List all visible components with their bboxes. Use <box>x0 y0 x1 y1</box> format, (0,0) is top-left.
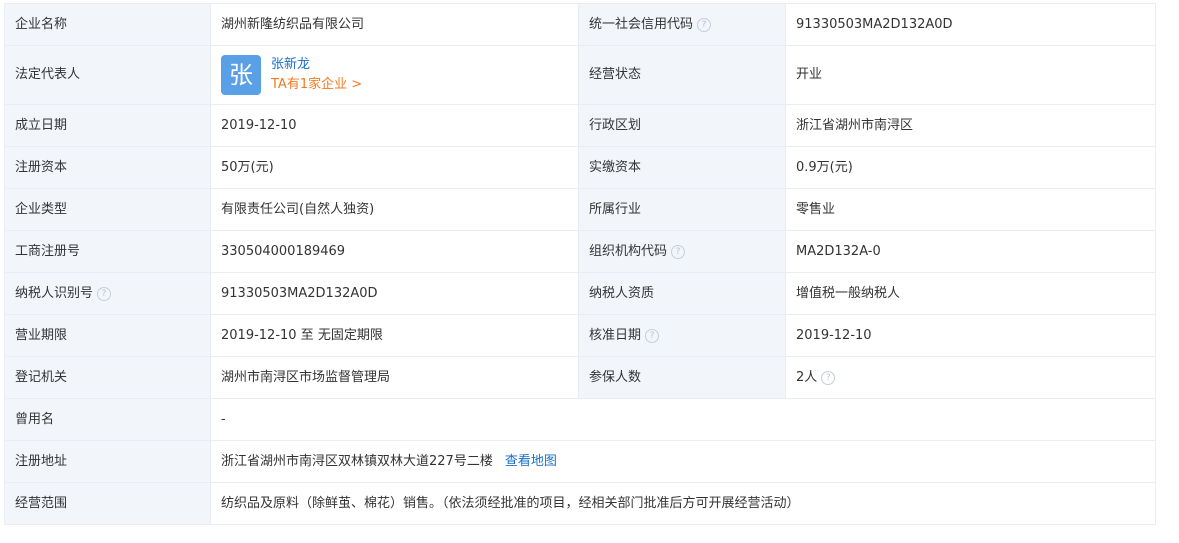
legal-rep-block: 张 张新龙 TA有1家企业 > <box>221 55 568 95</box>
row-former-name: 曾用名 - <box>4 398 1156 441</box>
legal-rep-info: 张新龙 TA有1家企业 > <box>271 55 362 95</box>
value-company-name: 湖州新隆纺织品有限公司 <box>210 3 579 46</box>
help-icon[interactable]: ? <box>821 370 836 385</box>
row-type: 企业类型 有限责任公司(自然人独资) 所属行业 零售业 <box>4 188 1156 231</box>
avatar[interactable]: 张 <box>221 55 261 95</box>
label-industry: 所属行业 <box>578 188 786 231</box>
legal-rep-name-link[interactable]: 张新龙 <box>271 55 362 75</box>
value-scope: 纺织品及原料（除鲜茧、棉花）销售。（依法须经批准的项目，经相关部门批准后方可开展… <box>210 482 1156 525</box>
value-authority: 湖州市南浔区市场监督管理局 <box>210 356 579 399</box>
value-credit-code: 91330503MA2D132A0D <box>785 3 1156 46</box>
value-org-code: MA2D132A-0 <box>785 230 1156 273</box>
label-business-term: 营业期限 <box>4 314 211 357</box>
value-business-term: 2019-12-10 至 无固定期限 <box>210 314 579 357</box>
label-address: 注册地址 <box>4 440 211 483</box>
label-taxpayer-qualification: 纳税人资质 <box>578 272 786 315</box>
value-status: 开业 <box>785 45 1156 105</box>
row-legal-rep: 法定代表人 张 张新龙 TA有1家企业 > 经营状态 开业 <box>4 45 1156 105</box>
row-address: 注册地址 浙江省湖州市南浔区双林镇双林大道227号二楼 查看地图 <box>4 440 1156 483</box>
help-icon[interactable]: ? <box>671 244 686 259</box>
value-insured: 2人? <box>785 356 1156 399</box>
label-region: 行政区划 <box>578 104 786 147</box>
value-taxpayer-qualification: 增值税一般纳税人 <box>785 272 1156 315</box>
row-term: 营业期限 2019-12-10 至 无固定期限 核准日期? 2019-12-10 <box>4 314 1156 357</box>
value-approval-date: 2019-12-10 <box>785 314 1156 357</box>
row-company-name: 企业名称 湖州新隆纺织品有限公司 统一社会信用代码? 91330503MA2D1… <box>4 3 1156 46</box>
label-approval-date: 核准日期? <box>578 314 786 357</box>
value-address: 浙江省湖州市南浔区双林镇双林大道227号二楼 查看地图 <box>210 440 1156 483</box>
value-former-name: - <box>210 398 1156 441</box>
value-company-type: 有限责任公司(自然人独资) <box>210 188 579 231</box>
label-scope: 经营范围 <box>4 482 211 525</box>
label-paid-capital: 实缴资本 <box>578 146 786 189</box>
help-icon[interactable]: ? <box>645 328 660 343</box>
address-text: 浙江省湖州市南浔区双林镇双林大道227号二楼 <box>221 453 493 469</box>
row-founded: 成立日期 2019-12-10 行政区划 浙江省湖州市南浔区 <box>4 104 1156 147</box>
label-authority: 登记机关 <box>4 356 211 399</box>
value-registered-capital: 50万(元) <box>210 146 579 189</box>
value-taxpayer-id: 91330503MA2D132A0D <box>210 272 579 315</box>
value-reg-number: 330504000189469 <box>210 230 579 273</box>
label-org-code-text: 组织机构代码 <box>589 243 668 259</box>
view-map-link[interactable]: 查看地图 <box>505 454 557 469</box>
help-icon[interactable]: ? <box>97 286 112 301</box>
label-credit-code-text: 统一社会信用代码 <box>589 16 694 32</box>
value-region: 浙江省湖州市南浔区 <box>785 104 1156 147</box>
value-insured-text: 2人 <box>796 369 818 385</box>
help-icon[interactable]: ? <box>697 17 712 32</box>
label-approval-date-text: 核准日期 <box>589 327 642 343</box>
label-company-name: 企业名称 <box>4 3 211 46</box>
row-taxpayer: 纳税人识别号? 91330503MA2D132A0D 纳税人资质 增值税一般纳税… <box>4 272 1156 315</box>
label-taxpayer-id-text: 纳税人识别号 <box>15 285 94 301</box>
row-scope: 经营范围 纺织品及原料（除鲜茧、棉花）销售。（依法须经批准的项目，经相关部门批准… <box>4 482 1156 525</box>
row-capital: 注册资本 50万(元) 实缴资本 0.9万(元) <box>4 146 1156 189</box>
label-status: 经营状态 <box>578 45 786 105</box>
label-company-type: 企业类型 <box>4 188 211 231</box>
label-reg-number: 工商注册号 <box>4 230 211 273</box>
label-taxpayer-id: 纳税人识别号? <box>4 272 211 315</box>
company-info-table: 企业名称 湖州新隆纺织品有限公司 统一社会信用代码? 91330503MA2D1… <box>4 3 1156 525</box>
value-founded: 2019-12-10 <box>210 104 579 147</box>
label-registered-capital: 注册资本 <box>4 146 211 189</box>
row-reg-number: 工商注册号 330504000189469 组织机构代码? MA2D132A-0 <box>4 230 1156 273</box>
label-insured: 参保人数 <box>578 356 786 399</box>
value-industry: 零售业 <box>785 188 1156 231</box>
value-paid-capital: 0.9万(元) <box>785 146 1156 189</box>
legal-rep-companies-link[interactable]: TA有1家企业 > <box>271 75 362 95</box>
label-former-name: 曾用名 <box>4 398 211 441</box>
label-org-code: 组织机构代码? <box>578 230 786 273</box>
label-credit-code: 统一社会信用代码? <box>578 3 786 46</box>
label-founded: 成立日期 <box>4 104 211 147</box>
row-authority: 登记机关 湖州市南浔区市场监督管理局 参保人数 2人? <box>4 356 1156 399</box>
label-legal-rep: 法定代表人 <box>4 45 211 105</box>
value-legal-rep: 张 张新龙 TA有1家企业 > <box>210 45 579 105</box>
